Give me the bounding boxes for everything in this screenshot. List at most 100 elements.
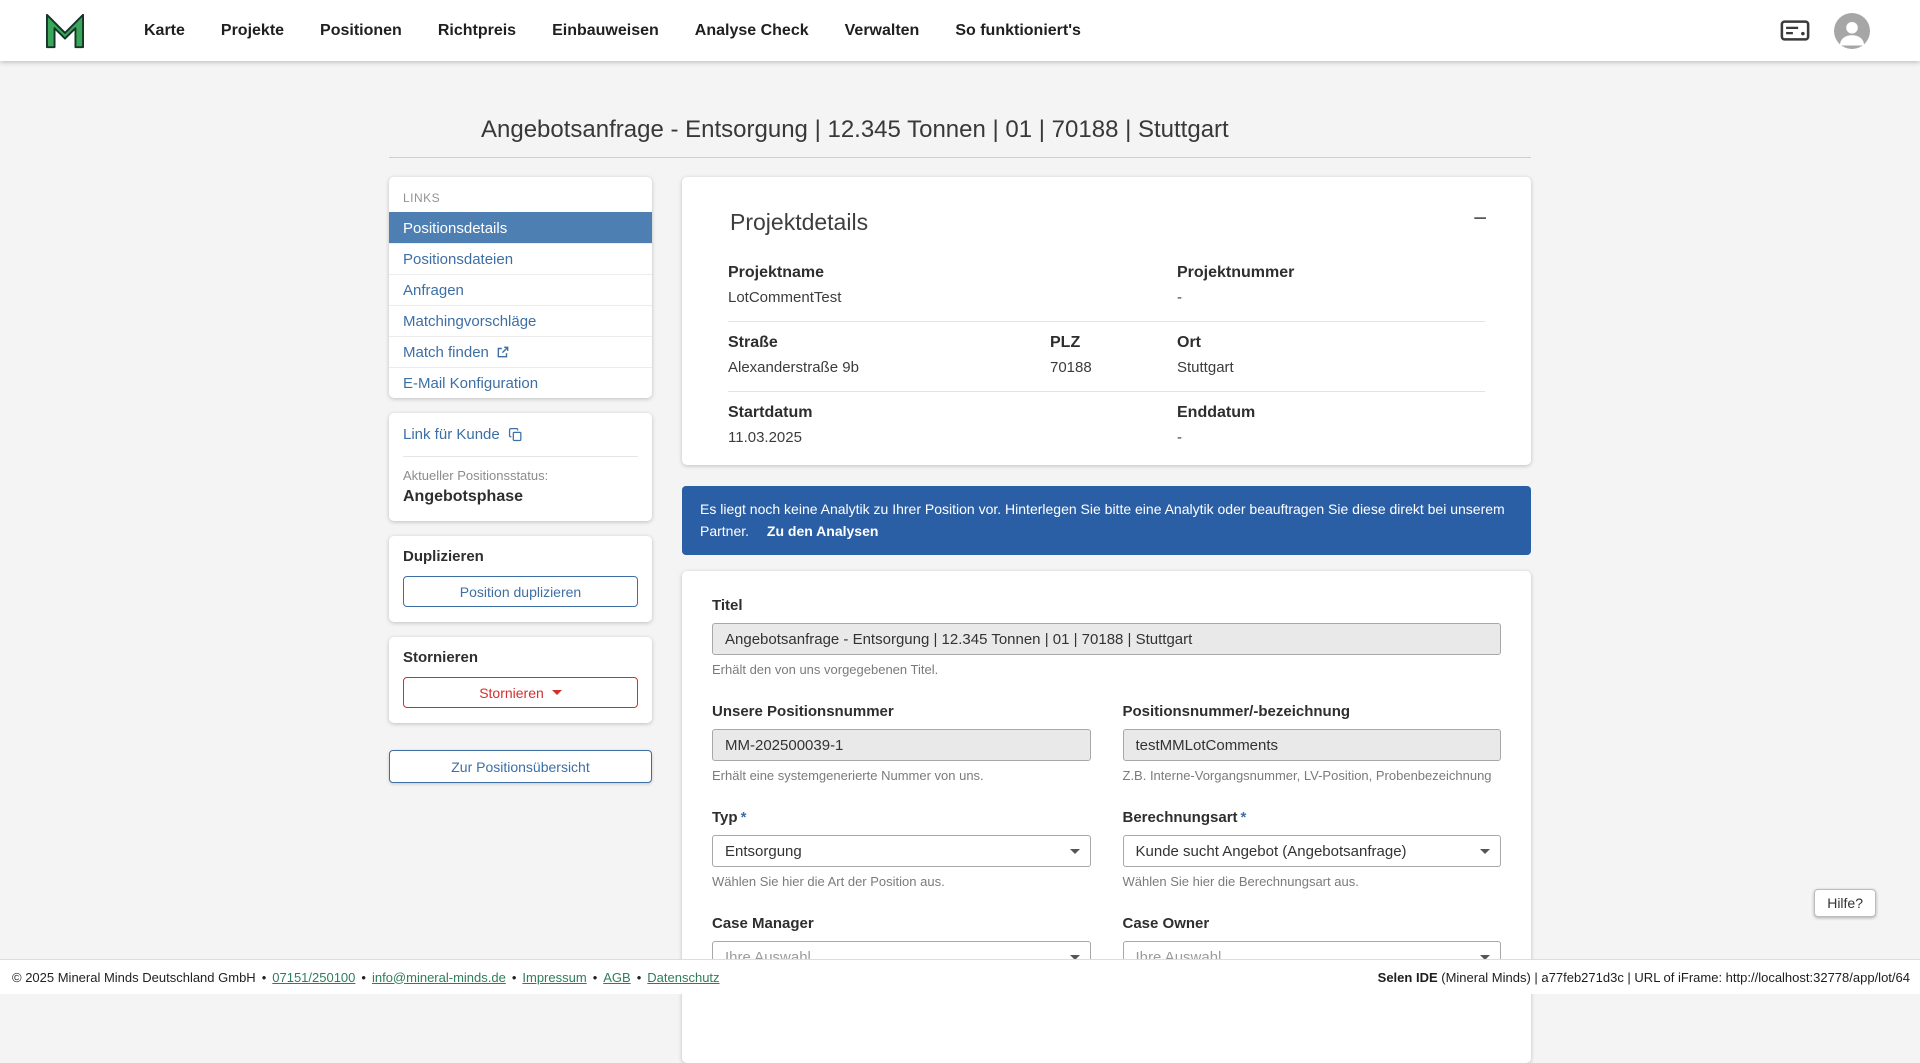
case-owner-label: Case Owner — [1123, 915, 1502, 932]
project-field-ort: Ort Stuttgart — [1177, 334, 1485, 376]
page-title: Angebotsanfrage - Entsorgung | 12.345 To… — [481, 116, 1531, 144]
account-avatar[interactable] — [1834, 13, 1870, 49]
collapse-icon[interactable]: − — [1473, 207, 1487, 231]
footer-debug-info: Selen IDE (Mineral Minds) | a77feb271d3c… — [1378, 970, 1910, 985]
sidebar-item-label: Match finden — [403, 344, 489, 361]
nav-item-richtpreis[interactable]: Richtpreis — [438, 22, 516, 40]
label-text: Typ — [712, 809, 738, 826]
field-value: 11.03.2025 — [728, 429, 1177, 446]
field-label: Projektname — [728, 264, 1177, 282]
footer-datenschutz-link[interactable]: Datenschutz — [647, 970, 719, 985]
label-text: Titel — [712, 597, 743, 614]
top-navigation: Karte Projekte Positionen Richtpreis Ein… — [0, 0, 1920, 61]
berechnungsart-helper: Wählen Sie hier die Berechnungsart aus. — [1123, 874, 1502, 889]
help-button[interactable]: Hilfe? — [1814, 889, 1876, 917]
project-field-strasse: Straße Alexanderstraße 9b — [728, 334, 1050, 376]
cancel-position-button[interactable]: Stornieren — [403, 677, 638, 708]
typ-label: Typ * — [712, 809, 1091, 826]
sidebar-item-anfragen[interactable]: Anfragen — [389, 274, 652, 305]
label-text: Case Manager — [712, 915, 814, 932]
form-field-berechnungsart: Berechnungsart * Kunde sucht Angebot (An… — [1123, 809, 1502, 889]
sidebar-item-matchingvorschlaege[interactable]: Matchingvorschläge — [389, 305, 652, 336]
field-value: Alexanderstraße 9b — [728, 359, 1050, 376]
label-text: Berechnungsart — [1123, 809, 1238, 826]
form-field-typ: Typ * Entsorgung Wählen Sie hier die Art… — [712, 809, 1091, 889]
sidebar-item-email-konfiguration[interactable]: E-Mail Konfiguration — [389, 367, 652, 398]
nav-item-positionen[interactable]: Positionen — [320, 22, 402, 40]
typ-select[interactable]: Entsorgung — [712, 835, 1091, 867]
titel-helper: Erhält den von uns vorgegebenen Titel. — [712, 662, 1501, 677]
footer-phone-link[interactable]: 07151/250100 — [272, 970, 355, 985]
nav-item-karte[interactable]: Karte — [144, 22, 185, 40]
positionsnummer-helper: Erhält eine systemgenerierte Nummer von … — [712, 768, 1091, 783]
sidebar-item-match-finden[interactable]: Match finden — [389, 336, 652, 367]
customer-link[interactable]: Link für Kunde — [403, 426, 638, 457]
footer-agb-link[interactable]: AGB — [603, 970, 630, 985]
field-value: - — [1177, 289, 1485, 306]
footer-separator: • — [361, 970, 366, 985]
field-label: PLZ — [1050, 334, 1177, 352]
titel-input — [712, 623, 1501, 655]
footer-impressum-link[interactable]: Impressum — [522, 970, 586, 985]
project-field-enddatum: Enddatum - — [1177, 404, 1485, 446]
customer-link-label: Link für Kunde — [403, 426, 500, 443]
footer-email-link[interactable]: info@mineral-minds.de — [372, 970, 506, 985]
nav-item-projekte[interactable]: Projekte — [221, 22, 284, 40]
device-icon[interactable] — [1780, 20, 1810, 41]
external-link-icon — [496, 345, 510, 359]
project-details-card: Projektdetails − Projektname LotCommentT… — [682, 177, 1531, 465]
sidebar-item-label: Anfragen — [403, 282, 464, 299]
sidebar-item-positionsdateien[interactable]: Positionsdateien — [389, 243, 652, 274]
footer: © 2025 Mineral Minds Deutschland GmbH • … — [0, 959, 1920, 994]
project-field-projektnummer: Projektnummer - — [1177, 264, 1485, 306]
project-row: Startdatum 11.03.2025 Enddatum - — [728, 392, 1485, 461]
footer-copyright: © 2025 Mineral Minds Deutschland GmbH — [12, 970, 256, 985]
footer-left: © 2025 Mineral Minds Deutschland GmbH • … — [12, 970, 720, 985]
mineral-minds-logo[interactable] — [44, 12, 86, 50]
bezeichnung-input[interactable] — [1123, 729, 1502, 761]
cancel-card: Stornieren Stornieren — [389, 637, 652, 723]
berechnungsart-select[interactable]: Kunde sucht Angebot (Angebotsanfrage) — [1123, 835, 1502, 867]
field-label: Enddatum — [1177, 404, 1485, 422]
chevron-down-icon — [1480, 849, 1490, 854]
required-asterisk: * — [741, 809, 747, 826]
form-field-bezeichnung: Positionsnummer/-bezeichnung Z.B. Intern… — [1123, 703, 1502, 783]
user-icon — [1834, 13, 1870, 49]
customer-link-card: Link für Kunde Aktueller Positionsstatus… — [389, 413, 652, 521]
sidebar-links-card: LINKS Positionsdetails Positionsdateien … — [389, 177, 652, 398]
project-field-startdatum: Startdatum 11.03.2025 — [728, 404, 1177, 446]
title-divider — [389, 157, 1531, 158]
select-value: Kunde sucht Angebot (Angebotsanfrage) — [1136, 843, 1407, 860]
nav-item-analyse-check[interactable]: Analyse Check — [695, 22, 809, 40]
main-nav: Karte Projekte Positionen Richtpreis Ein… — [144, 22, 1780, 40]
bezeichnung-helper: Z.B. Interne-Vorgangsnummer, LV-Position… — [1123, 768, 1502, 783]
sidebar-item-positionsdetails[interactable]: Positionsdetails — [389, 212, 652, 243]
position-overview-button[interactable]: Zur Positionsübersicht — [389, 750, 652, 783]
nav-item-so-funktionierts[interactable]: So funktioniert's — [955, 22, 1081, 40]
label-text: Unsere Positionsnummer — [712, 703, 894, 720]
field-value: LotCommentTest — [728, 289, 1177, 306]
field-value: 70188 — [1050, 359, 1177, 376]
nav-item-verwalten[interactable]: Verwalten — [845, 22, 920, 40]
alert-analyses-link[interactable]: Zu den Analysen — [767, 523, 879, 539]
positionsnummer-label: Unsere Positionsnummer — [712, 703, 1091, 720]
case-manager-label: Case Manager — [712, 915, 1091, 932]
cancel-button-label: Stornieren — [479, 685, 544, 701]
form-field-positionsnummer: Unsere Positionsnummer Erhält eine syste… — [712, 703, 1091, 783]
select-value: Entsorgung — [725, 843, 802, 860]
nav-right-actions — [1780, 13, 1870, 49]
duplicate-button-label: Position duplizieren — [460, 584, 581, 600]
required-asterisk: * — [1241, 809, 1247, 826]
main-content: Projektdetails − Projektname LotCommentT… — [682, 177, 1531, 1063]
footer-separator: • — [637, 970, 642, 985]
nav-item-einbauweisen[interactable]: Einbauweisen — [552, 22, 659, 40]
field-label: Ort — [1177, 334, 1485, 352]
duplicate-card: Duplizieren Position duplizieren — [389, 536, 652, 622]
field-value: Stuttgart — [1177, 359, 1485, 376]
duplicate-position-button[interactable]: Position duplizieren — [403, 576, 638, 607]
links-header: LINKS — [389, 183, 652, 212]
sidebar-item-label: Positionsdetails — [403, 220, 507, 237]
field-label: Straße — [728, 334, 1050, 352]
position-status-label: Aktueller Positionsstatus: — [403, 468, 638, 483]
project-field-plz: PLZ 70188 — [1050, 334, 1177, 376]
